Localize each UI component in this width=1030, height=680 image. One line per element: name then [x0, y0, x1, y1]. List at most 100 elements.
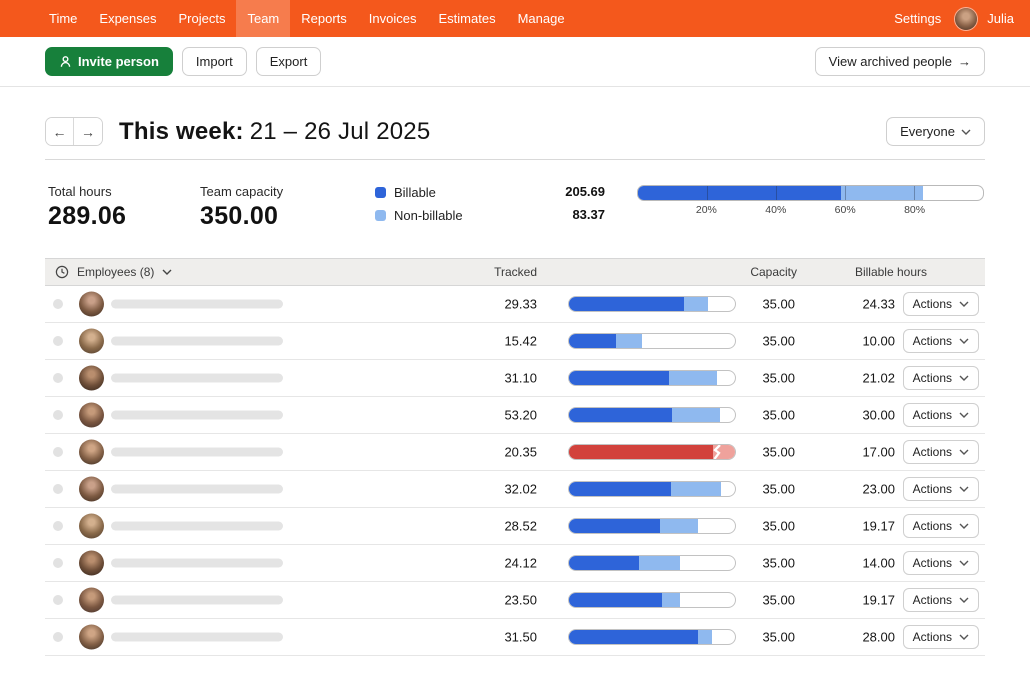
chevron-down-icon — [959, 634, 969, 640]
actions-button[interactable]: Actions — [903, 625, 979, 649]
chevron-down-icon — [959, 301, 969, 307]
utilization-bar — [568, 333, 736, 349]
tracked-value: 24.12 — [465, 556, 537, 571]
status-dot — [53, 595, 63, 605]
tick-label: 20% — [696, 204, 717, 216]
actions-button[interactable]: Actions — [903, 292, 979, 316]
everyone-filter-dropdown[interactable]: Everyone — [886, 117, 985, 146]
billable-fill — [569, 445, 713, 459]
tracked-value: 53.20 — [465, 408, 537, 423]
nav-item-manage[interactable]: Manage — [507, 0, 576, 37]
name-placeholder — [111, 485, 283, 494]
billable-value: 205.69 — [545, 184, 605, 200]
actions-button[interactable]: Actions — [903, 366, 979, 390]
tick-mark — [707, 186, 708, 200]
nav-item-invoices[interactable]: Invoices — [358, 0, 428, 37]
chevron-down-icon — [162, 269, 172, 275]
page-title: This week:21 – 26 Jul 2025 — [119, 118, 430, 146]
nav-item-time[interactable]: Time — [38, 0, 88, 37]
status-dot — [53, 521, 63, 531]
employees-dropdown[interactable]: Employees (8) — [45, 265, 172, 279]
avatar — [79, 366, 104, 391]
name-placeholder — [111, 596, 283, 605]
name-placeholder — [111, 448, 283, 457]
avatar — [79, 403, 104, 428]
status-dot — [53, 299, 63, 309]
legend-values: 205.69 83.37 — [545, 184, 605, 230]
avatar — [79, 514, 104, 539]
legend-billable-row: Billable — [375, 184, 463, 200]
week-pager: ← → — [45, 117, 103, 146]
table-row: 15.4235.0010.00Actions — [45, 323, 985, 360]
billable-label: Billable — [394, 185, 436, 200]
avatar — [79, 292, 104, 317]
export-label: Export — [270, 54, 308, 69]
chevron-down-icon — [959, 597, 969, 603]
capacity-value: 35.00 — [735, 630, 795, 645]
billable-fill — [569, 334, 616, 348]
capacity-progress-bar — [637, 185, 984, 201]
avatar — [79, 588, 104, 613]
nav-item-expenses[interactable]: Expenses — [88, 0, 167, 37]
next-week-button[interactable]: → — [74, 118, 102, 145]
actions-button[interactable]: Actions — [903, 551, 979, 575]
tick-label: 80% — [904, 204, 925, 216]
summary-section: Total hours 289.06 Team capacity 350.00 … — [45, 182, 985, 246]
name-placeholder — [111, 411, 283, 420]
billable-value: 24.33 — [825, 297, 895, 312]
table-row: 31.5035.0028.00Actions — [45, 619, 985, 656]
import-button[interactable]: Import — [182, 47, 247, 76]
billable-value: 19.17 — [825, 593, 895, 608]
user-avatar[interactable] — [955, 8, 977, 30]
actions-button[interactable]: Actions — [903, 403, 979, 427]
actions-button[interactable]: Actions — [903, 588, 979, 612]
nav-item-projects[interactable]: Projects — [168, 0, 237, 37]
chevron-down-icon — [959, 449, 969, 455]
tick-mark — [914, 186, 915, 200]
person-icon — [59, 55, 72, 68]
utilization-bar — [568, 555, 736, 571]
view-archived-people-button[interactable]: View archived people → — [815, 47, 985, 76]
invite-person-button[interactable]: Invite person — [45, 47, 173, 76]
actions-button[interactable]: Actions — [903, 440, 979, 464]
billable-fill — [569, 371, 669, 385]
utilization-bar — [568, 518, 736, 534]
tick-label: 60% — [835, 204, 856, 216]
actions-button[interactable]: Actions — [903, 477, 979, 501]
total-hours-block: Total hours 289.06 — [48, 184, 126, 231]
tracked-value: 23.50 — [465, 593, 537, 608]
nav-item-settings[interactable]: Settings — [890, 11, 945, 26]
utilization-bar — [568, 629, 736, 645]
table-row: 28.5235.0019.17Actions — [45, 508, 985, 545]
table-row: 53.2035.0030.00Actions — [45, 397, 985, 434]
employees-label: Employees (8) — [77, 265, 154, 279]
capacity-value: 35.00 — [735, 482, 795, 497]
billable-fill — [569, 408, 672, 422]
export-button[interactable]: Export — [256, 47, 322, 76]
status-dot — [53, 484, 63, 494]
billable-hours-column-header: Billable hours — [805, 265, 927, 279]
utilization-bar — [568, 407, 736, 423]
actions-button[interactable]: Actions — [903, 329, 979, 353]
billable-legend: Billable Non-billable — [375, 184, 463, 230]
name-placeholder — [111, 559, 283, 568]
employees-table: Employees (8) Tracked Capacity Billable … — [45, 258, 985, 656]
name-placeholder — [111, 633, 283, 642]
user-name[interactable]: Julia — [987, 11, 1014, 26]
nav-item-estimates[interactable]: Estimates — [428, 0, 507, 37]
avatar — [79, 440, 104, 465]
nav-item-reports[interactable]: Reports — [290, 0, 358, 37]
tracked-value: 31.10 — [465, 371, 537, 386]
tick-mark — [845, 186, 846, 200]
top-nav: TimeExpensesProjectsTeamReportsInvoicesE… — [0, 0, 1030, 37]
billable-value: 23.00 — [825, 482, 895, 497]
billable-value: 21.02 — [825, 371, 895, 386]
nav-item-team[interactable]: Team — [236, 0, 290, 37]
prev-week-button[interactable]: ← — [46, 118, 74, 145]
name-placeholder — [111, 374, 283, 383]
actions-button[interactable]: Actions — [903, 514, 979, 538]
chevron-down-icon — [959, 375, 969, 381]
status-dot — [53, 336, 63, 346]
billable-value: 10.00 — [825, 334, 895, 349]
name-placeholder — [111, 522, 283, 531]
